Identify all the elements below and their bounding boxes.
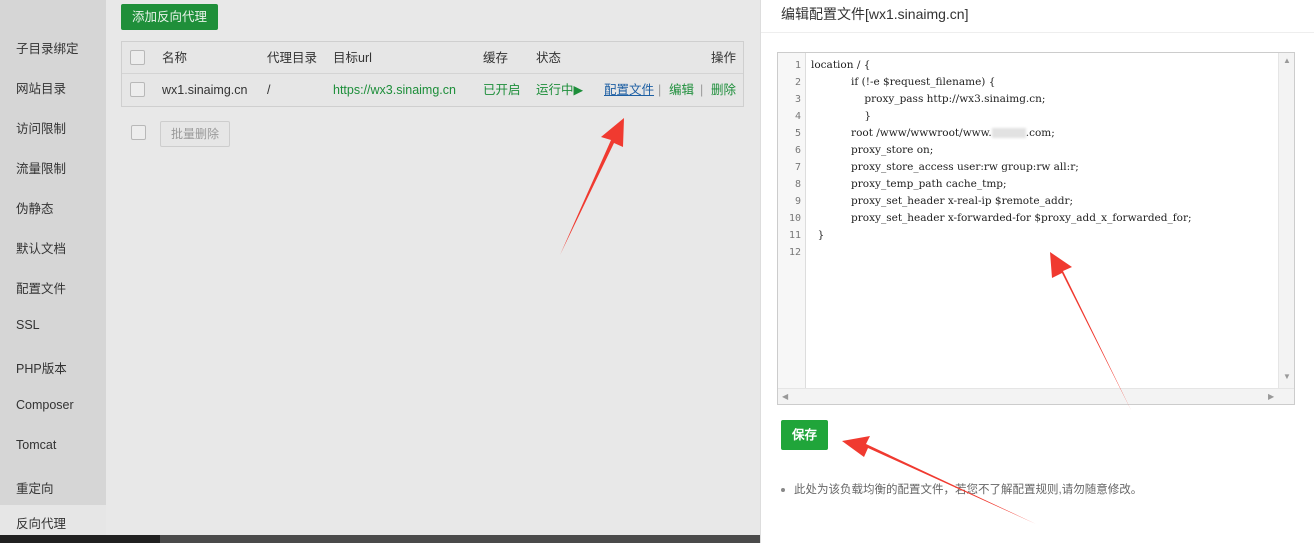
code-line: proxy_pass http://wx3.sinaimg.cn;	[811, 93, 1046, 105]
bottom-strip	[0, 535, 760, 543]
line-number: 7	[794, 162, 801, 173]
line-number-gutter: 1 2 3 4 5 6 7 8 9 10 11 12	[778, 53, 806, 389]
add-reverse-proxy-button[interactable]: 添加反向代理	[121, 4, 219, 30]
code-line-root: root /www/wwwroot/www. .com;	[811, 127, 1055, 139]
sidebar-item-subdir-binding[interactable]: 子目录绑定	[16, 38, 79, 57]
line-number: 5	[794, 128, 801, 139]
modal-divider	[761, 32, 1314, 33]
main-content: 添加反向代理 名称 代理目录 目标url 缓存 状态 操作 wx1.sinaim…	[106, 0, 760, 543]
scroll-left-icon[interactable]: ◀	[782, 393, 788, 401]
sidebar-item-ssl[interactable]: SSL	[16, 318, 40, 332]
root-path: root /www/wwwroot/www.	[811, 127, 992, 139]
code-line: proxy_store_access user:rw group:rw all:…	[811, 161, 1079, 173]
batch-select-checkbox[interactable]	[131, 125, 146, 140]
header-proxy-dir: 代理目录	[267, 51, 318, 65]
scroll-right-icon[interactable]: ▶	[1268, 393, 1274, 401]
line-number: 9	[794, 196, 801, 207]
line-number: 10	[788, 213, 801, 224]
save-button[interactable]: 保存	[781, 420, 828, 450]
line-number: 4	[794, 111, 801, 122]
sidebar-item-access-limit[interactable]: 访问限制	[16, 118, 66, 137]
sidebar-item-tomcat[interactable]: Tomcat	[16, 438, 56, 452]
redacted-domain	[991, 128, 1026, 138]
row-run-status[interactable]: 运行中▶	[536, 74, 583, 106]
code-line: }	[811, 110, 872, 122]
line-number: 8	[794, 179, 801, 190]
select-all-checkbox[interactable]	[130, 50, 145, 65]
code-line: proxy_set_header x-forwarded-for $proxy_…	[811, 212, 1192, 224]
code-line: }	[811, 229, 825, 241]
batch-delete-button[interactable]: 批量删除	[160, 121, 231, 147]
sidebar-item-site-dir[interactable]: 网站目录	[16, 78, 66, 97]
code-line: location / {	[811, 59, 871, 71]
sidebar-item-rewrite[interactable]: 伪静态	[16, 198, 54, 217]
code-line: if (!-e $request_filename) {	[811, 76, 996, 88]
code-line: proxy_temp_path cache_tmp;	[811, 178, 1007, 190]
header-target-url: 目标url	[333, 51, 372, 65]
table-row: wx1.sinaimg.cn / https://wx3.sinaimg.cn …	[122, 74, 743, 106]
table-header: 名称 代理目录 目标url 缓存 状态 操作	[122, 42, 743, 74]
line-number: 3	[794, 94, 801, 105]
code-editor[interactable]: 1 2 3 4 5 6 7 8 9 10 11 12 location / { …	[777, 52, 1295, 405]
sidebar-item-traffic-limit[interactable]: 流量限制	[16, 158, 66, 177]
code-line: proxy_store on;	[811, 144, 934, 156]
horizontal-scrollbar[interactable]: ◀ ▶	[778, 388, 1294, 404]
line-number: 12	[788, 247, 801, 258]
bullet-icon	[781, 487, 785, 492]
action-separator: |	[700, 83, 704, 97]
config-note-text: 此处为该负载均衡的配置文件，若您不了解配置规则,请勿随意修改。	[794, 484, 1143, 496]
line-number: 1	[794, 60, 801, 71]
line-number: 11	[788, 230, 801, 241]
line-number: 6	[794, 145, 801, 156]
modal-title: 编辑配置文件[wx1.sinaimg.cn]	[781, 6, 969, 22]
sidebar-item-redirect[interactable]: 重定向	[16, 478, 54, 497]
header-name: 名称	[162, 51, 188, 65]
code-line: proxy_set_header x-real-ip $remote_addr;	[811, 195, 1074, 207]
header-actions: 操作	[711, 51, 737, 65]
row-target-url[interactable]: https://wx3.sinaimg.cn	[333, 74, 456, 106]
sidebar: 子目录绑定 网站目录 访问限制 流量限制 伪静态 默认文档 配置文件 SSL P…	[0, 0, 106, 543]
row-cache-status[interactable]: 已开启	[483, 74, 521, 106]
config-note: 此处为该负载均衡的配置文件，若您不了解配置规则,请勿随意修改。	[781, 481, 1142, 497]
bottom-strip-dark	[0, 535, 160, 543]
scroll-up-icon[interactable]: ▲	[1283, 57, 1291, 65]
sidebar-item-default-doc[interactable]: 默认文档	[16, 238, 66, 257]
proxy-table: 名称 代理目录 目标url 缓存 状态 操作 wx1.sinaimg.cn / …	[121, 41, 744, 107]
header-status: 状态	[536, 51, 562, 65]
action-separator: |	[658, 83, 662, 97]
edit-config-modal: 编辑配置文件[wx1.sinaimg.cn] 1 2 3 4 5 6 7 8 9…	[760, 0, 1314, 543]
row-checkbox[interactable]	[130, 82, 145, 97]
line-number: 2	[794, 77, 801, 88]
delete-link[interactable]: 删除	[711, 74, 736, 106]
scroll-down-icon[interactable]: ▼	[1283, 373, 1291, 381]
root-suffix: .com;	[1025, 127, 1055, 139]
sidebar-item-composer[interactable]: Composer	[16, 398, 74, 412]
vertical-scrollbar[interactable]: ▲ ▼	[1278, 53, 1294, 389]
row-proxy-dir: /	[267, 83, 271, 97]
config-file-link[interactable]: 配置文件	[604, 74, 654, 106]
sidebar-item-php-version[interactable]: PHP版本	[16, 358, 67, 377]
edit-link[interactable]: 编辑	[669, 74, 694, 106]
sidebar-item-config-file[interactable]: 配置文件	[16, 278, 66, 297]
header-cache: 缓存	[483, 51, 509, 65]
row-name: wx1.sinaimg.cn	[162, 83, 248, 97]
